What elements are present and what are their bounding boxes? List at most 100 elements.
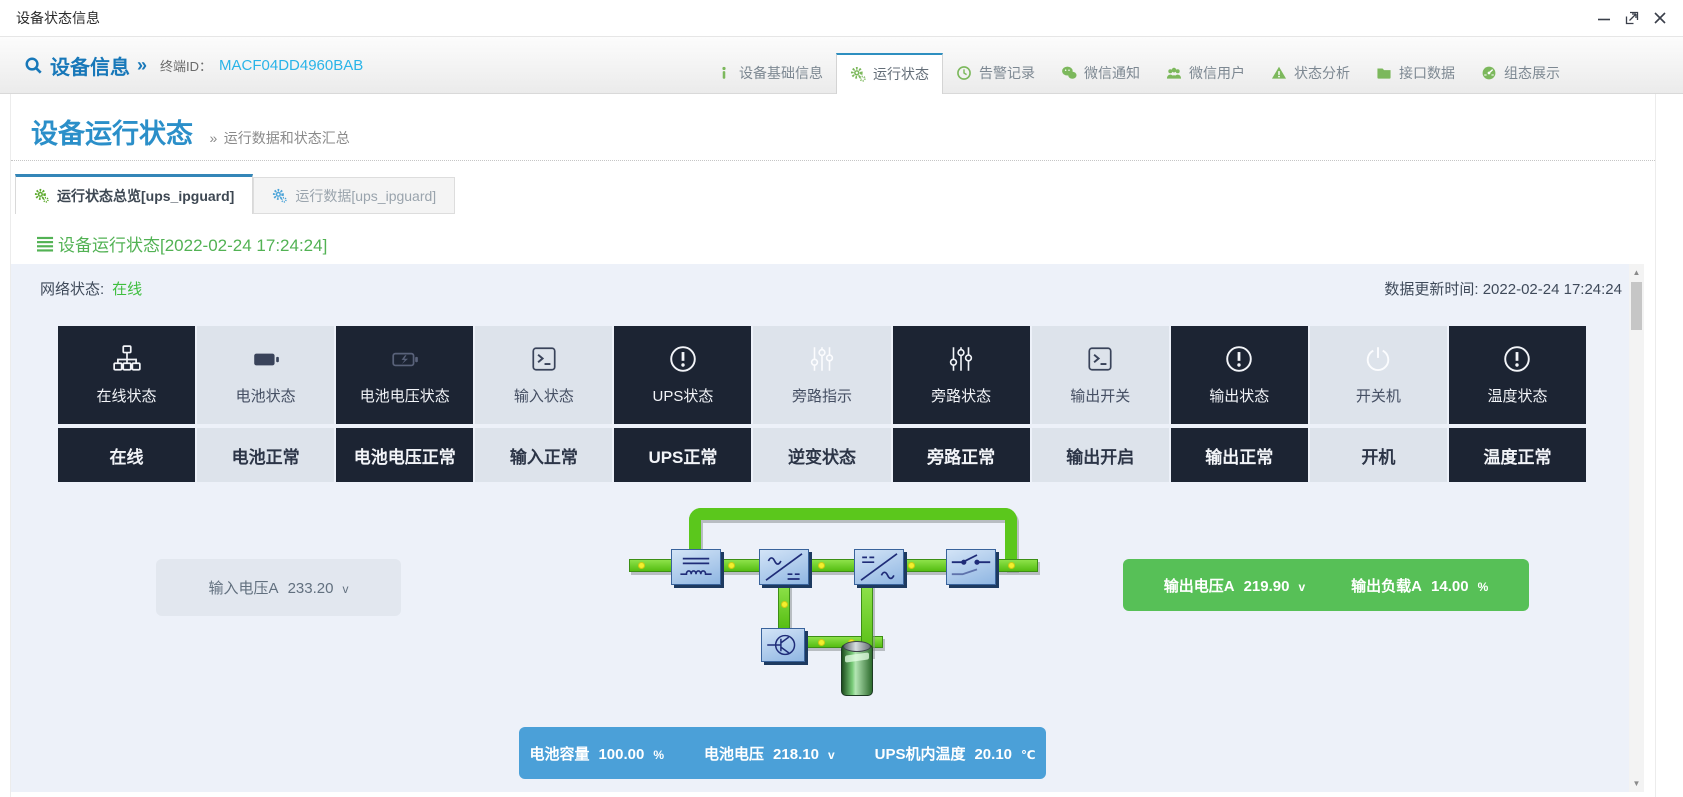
flow-dot (728, 562, 735, 569)
battery-bolt-icon (390, 344, 420, 374)
rectifier-box (759, 549, 809, 585)
data-update-time: 数据更新时间: 2022-02-24 17:24:24 (1384, 278, 1622, 299)
flow-dot (908, 562, 915, 569)
tile-value-online: 在线 (58, 428, 196, 482)
status-tile-temperature: 温度状态 (1448, 326, 1587, 424)
alert-circle-icon (1224, 344, 1254, 374)
nav-label: 微信用户 (1189, 65, 1245, 81)
nav-item-run-status[interactable]: 运行状态 (836, 52, 943, 94)
tile-label: 输入状态 (513, 388, 574, 405)
output-metrics-box: 输出电压A 219.90 v 输出负载A 14.00% (1123, 559, 1529, 611)
close-icon[interactable] (1653, 11, 1667, 25)
tile-value: 逆变状态 (788, 447, 857, 467)
tile-value: 温度正常 (1483, 447, 1552, 467)
minimize-button[interactable] (1597, 11, 1611, 25)
tile-value-power-switch: 开机 (1309, 428, 1447, 482)
tile-value-battery: 电池正常 (197, 428, 335, 482)
nav-item-alarm-log[interactable]: 告警记录 (943, 53, 1048, 94)
tile-value: 电池电压正常 (353, 447, 456, 467)
metric-label: 电池容量 (529, 745, 590, 763)
section-heading-text: 设备运行状态[2022-02-24 17:24:24] (58, 235, 328, 255)
tile-label: 电池状态 (235, 388, 296, 405)
metric-unit: ℃ (1021, 747, 1036, 762)
charger-feed-pipe (778, 584, 790, 630)
page-subtitle-separator: » (209, 130, 218, 146)
gauge-icon (1481, 65, 1497, 81)
input-voltage-box: 输入电压A 233.20 v (156, 559, 401, 616)
tile-label: 电池电压状态 (359, 388, 450, 405)
inverter-box (854, 549, 904, 585)
breadcrumb-separator: » (137, 54, 148, 75)
tile-grid: 在线状态 电池状态 电池电压状态 输入状态 UPS状态 旁路指示 旁路状态 输出… (58, 326, 1587, 482)
battery-icon (251, 344, 281, 374)
metric-unit: % (1477, 579, 1489, 594)
nav-item-status-analysis[interactable]: 状态分析 (1258, 53, 1363, 94)
page-subtitle: 运行数据和状态汇总 (223, 130, 350, 146)
terminal-icon (529, 344, 559, 374)
static-switch-box (946, 549, 996, 585)
status-tile-online: 在线状态 (58, 326, 196, 424)
page-header: 设备运行状态 » 运行数据和状态汇总 (11, 94, 1655, 161)
terminal-id-label: 终端ID： (160, 58, 213, 74)
info-icon (716, 65, 732, 81)
tile-value-output-switch: 输出开启 (1031, 428, 1169, 482)
tile-value-bypass-indicator: 逆变状态 (753, 428, 891, 482)
tile-label: 旁路状态 (931, 388, 992, 405)
vertical-scrollbar[interactable]: ▲ ▼ (1629, 264, 1644, 792)
metric-label: 输出负载A (1351, 577, 1423, 595)
status-tile-ups: UPS状态 (614, 326, 752, 424)
window-titlebar: 设备状态信息 (0, 0, 1683, 37)
tile-label: UPS状态 (652, 388, 714, 405)
status-tile-battery-voltage: 电池电压状态 (336, 326, 474, 424)
warning-icon (1271, 65, 1287, 81)
page-title: 设备运行状态 (31, 119, 193, 149)
network-status-value: 在线 (112, 280, 143, 298)
metric-value: 233.20 (287, 580, 334, 597)
battery (841, 641, 873, 696)
metric-unit: v (1298, 579, 1306, 594)
window-title: 设备状态信息 (16, 10, 100, 26)
tile-value-battery-voltage: 电池电压正常 (336, 428, 474, 482)
nav-item-device-info[interactable]: 设备基础信息 (703, 53, 836, 94)
tile-value: UPS正常 (648, 447, 718, 467)
network-icon (112, 344, 142, 374)
tab-label: 运行状态总览[ups_ipguard] (57, 187, 235, 204)
tab-run-status-overview[interactable]: 运行状态总览[ups_ipguard] (15, 174, 254, 214)
tile-value-row: 在线 电池正常 电池电压正常 输入正常 UPS正常 逆变状态 旁路正常 输出开启… (58, 428, 1587, 482)
scroll-up-arrow[interactable]: ▲ (1629, 265, 1644, 280)
tab-run-data[interactable]: 运行数据[ups_ipguard] (253, 177, 456, 214)
network-status-label: 网络状态: (40, 280, 105, 298)
tile-value: 输入正常 (509, 447, 578, 467)
gears-icon (850, 66, 866, 82)
tile-label: 输出状态 (1209, 388, 1270, 405)
nav-label: 运行状态 (873, 66, 929, 82)
nav-item-scada-view[interactable]: 组态展示 (1468, 53, 1573, 94)
status-tile-output-switch: 输出开关 (1031, 326, 1169, 424)
nav-item-wechat-users[interactable]: 微信用户 (1153, 53, 1258, 94)
scroll-down-arrow[interactable]: ▼ (1629, 776, 1644, 791)
tab-label: 运行数据[ups_ipguard] (295, 187, 437, 204)
update-time-label: 数据更新时间: (1384, 280, 1479, 298)
power-icon (1363, 344, 1393, 374)
main-content: 设备运行状态 » 运行数据和状态汇总 运行状态总览[ups_ipguard] 运… (10, 94, 1656, 797)
status-tile-bypass-indicator: 旁路指示 (753, 326, 891, 424)
metric-value: 218.10 (773, 745, 819, 763)
tile-value: 输出正常 (1205, 447, 1274, 467)
status-tile-power-switch: 开关机 (1309, 326, 1447, 424)
nav-item-wechat-notify[interactable]: 微信通知 (1048, 53, 1153, 94)
metric-unit: % (653, 747, 665, 762)
charger-box (761, 628, 805, 662)
maximize-button[interactable] (1625, 11, 1639, 25)
flow-dot (1008, 562, 1015, 569)
tile-value: 开机 (1361, 447, 1396, 467)
status-tile-battery: 电池状态 (197, 326, 335, 424)
nav-item-interface-data[interactable]: 接口数据 (1363, 53, 1468, 94)
sliders-icon (946, 344, 976, 374)
metric-value: 20.10 (974, 745, 1013, 763)
status-tile-input: 输入状态 (475, 326, 613, 424)
sliders-icon (807, 344, 837, 374)
nav-label: 组态展示 (1504, 65, 1560, 81)
clock-icon (956, 65, 972, 81)
scrollbar-thumb[interactable] (1631, 282, 1642, 330)
metric-unit: v (342, 582, 349, 596)
